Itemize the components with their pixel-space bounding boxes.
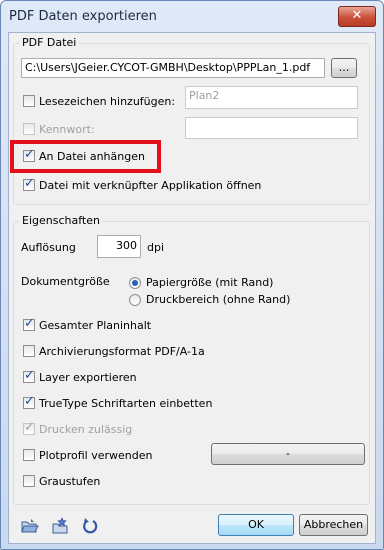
checkmark-icon: ✓: [24, 368, 35, 383]
password-label: Kennwort:: [39, 123, 95, 136]
checkmark-icon: ✓: [24, 316, 35, 331]
reset-icon[interactable]: [81, 517, 99, 535]
ok-button[interactable]: OK: [218, 514, 294, 536]
bookmark-name-field[interactable]: Plan2: [185, 86, 358, 109]
paper-size-label: Papiergröße (mit Rand): [146, 276, 274, 289]
grayscale-checkbox[interactable]: [23, 475, 35, 487]
title-bar: PDF Daten exportieren ✕: [1, 1, 383, 32]
total-plan-checkbox[interactable]: ✓: [23, 316, 35, 331]
print-area-label: Druckbereich (ohne Rand): [146, 293, 291, 306]
close-button[interactable]: ✕: [338, 6, 376, 27]
grayscale-label: Graustufen: [39, 475, 101, 488]
open-folder-icon[interactable]: [21, 517, 39, 535]
properties-group-label: Eigenschaften: [19, 214, 103, 227]
archive-format-label: Archivierungsformat PDF/A-1a: [39, 345, 205, 358]
checkmark-icon: ✓: [24, 420, 35, 435]
browse-button[interactable]: ...: [331, 58, 357, 78]
export-layer-checkbox[interactable]: ✓: [23, 368, 35, 383]
dialog-body: PDF Datei C:\Users\JGeier.CYCOT-GMBH\Des…: [8, 32, 376, 544]
plot-profile-label: Plotprofil verwenden: [39, 449, 153, 462]
total-plan-label: Gesamter Planinhalt: [39, 319, 152, 332]
close-icon: ✕: [351, 8, 363, 23]
open-with-app-label: Datei mit verknüpfter Applikation öffnen: [39, 179, 262, 192]
file-path-field[interactable]: C:\Users\JGeier.CYCOT-GMBH\Desktop\PPPLa…: [21, 58, 325, 78]
plot-profile-select-button[interactable]: -: [211, 443, 365, 465]
password-field[interactable]: [185, 117, 358, 139]
print-area-radio[interactable]: [129, 294, 141, 306]
favorite-star-icon[interactable]: [51, 517, 69, 535]
red-highlight-box: [10, 140, 161, 173]
paper-size-radio[interactable]: [129, 277, 141, 289]
resolution-label: Auflösung: [21, 241, 76, 254]
open-with-app-checkbox[interactable]: ✓: [23, 176, 35, 191]
window-title: PDF Daten exportieren: [9, 9, 157, 24]
password-checkbox[interactable]: [23, 123, 35, 135]
bookmark-label: Lesezeichen hinzufügen:: [39, 95, 176, 108]
embed-truetype-label: TrueType Schriftarten einbetten: [39, 397, 213, 410]
resolution-unit: dpi: [147, 241, 165, 254]
print-allowed-label: Drucken zulässig: [39, 423, 133, 436]
print-allowed-checkbox[interactable]: ✓: [23, 420, 35, 435]
plot-profile-checkbox[interactable]: [23, 449, 35, 461]
export-layer-label: Layer exportieren: [39, 371, 137, 384]
checkmark-icon: ✓: [24, 394, 35, 409]
archive-format-checkbox[interactable]: [23, 345, 35, 357]
resolution-input[interactable]: 300: [97, 235, 141, 258]
document-size-label: Dokumentgröße: [21, 275, 110, 288]
bookmark-checkbox[interactable]: [23, 95, 35, 107]
checkmark-icon: ✓: [24, 176, 35, 191]
embed-truetype-checkbox[interactable]: ✓: [23, 394, 35, 409]
export-dialog: PDF Daten exportieren ✕ PDF Datei C:\Use…: [0, 0, 384, 550]
radio-selected-dot: [132, 280, 138, 286]
cancel-button[interactable]: Abbrechen: [299, 514, 368, 536]
pdf-file-group-label: PDF Datei: [19, 36, 80, 49]
